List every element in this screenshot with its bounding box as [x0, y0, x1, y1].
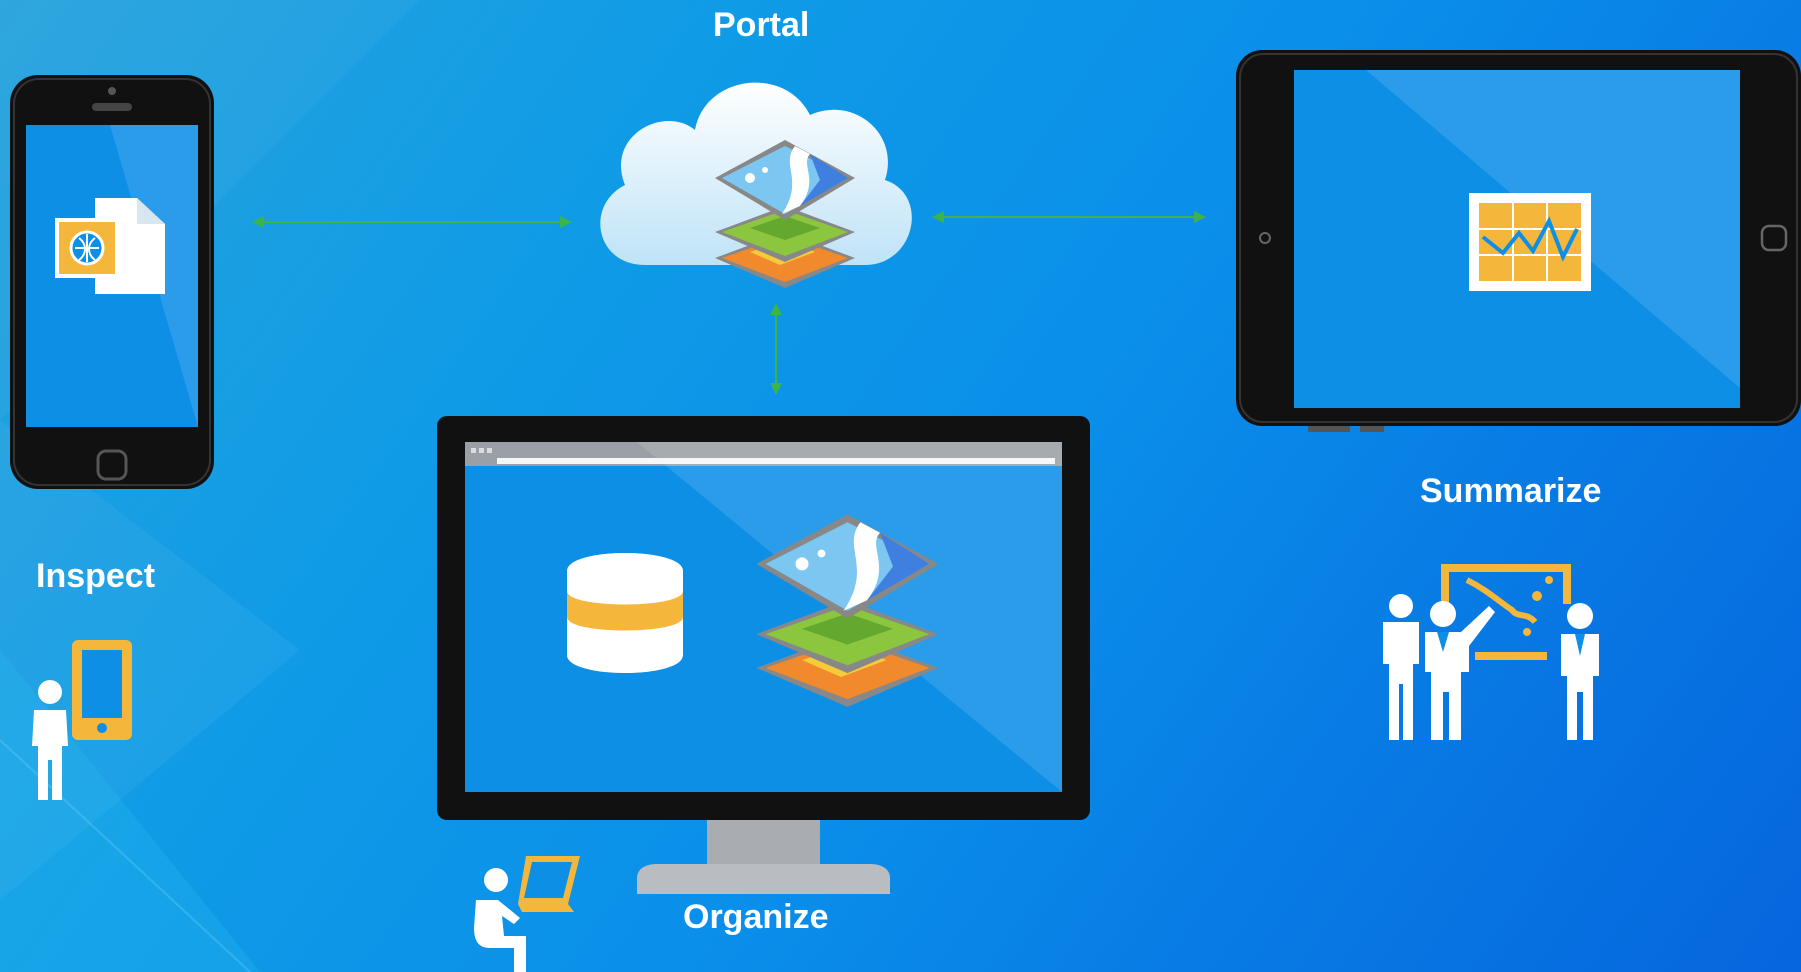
connector-portal-monitor: [770, 303, 782, 395]
connector-portal-tablet: [932, 211, 1206, 223]
group-presenting-map-icon: [1383, 564, 1599, 740]
map-layers-icon: [756, 514, 939, 707]
document-with-map-icon: [55, 198, 165, 294]
organize-label: Organize: [683, 898, 829, 936]
database-icon: [567, 553, 683, 673]
person-at-laptop-icon: [474, 856, 580, 972]
map-layers-icon: [715, 140, 855, 288]
person-with-phone-icon: [32, 640, 132, 800]
inspect-label: Inspect: [36, 557, 156, 595]
summarize-label: Summarize: [1420, 472, 1602, 510]
dashboard-chart-icon: [1469, 193, 1591, 291]
portal-label: Portal: [713, 6, 810, 44]
connector-phone-portal: [252, 216, 572, 228]
